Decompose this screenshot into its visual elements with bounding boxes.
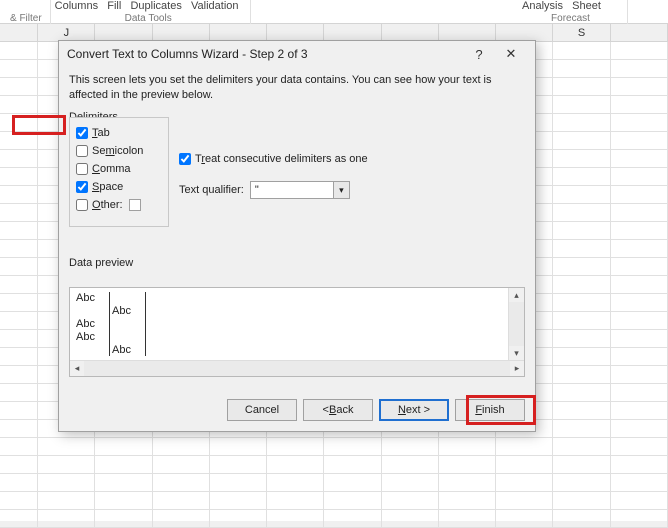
dialog-buttons: Cancel < Back Next > Finish — [59, 399, 535, 421]
check-space[interactable]: Space — [76, 178, 162, 196]
ribbon-btn-columns[interactable]: Columns — [55, 0, 98, 12]
preview-vertical-scrollbar[interactable]: ▴ ▾ — [508, 288, 524, 360]
preview-row: Abc — [74, 344, 504, 356]
scroll-left-icon[interactable]: ◂ — [70, 361, 84, 376]
check-tab[interactable]: Tab — [76, 124, 162, 142]
ribbon-btn-analysis[interactable]: Analysis — [522, 0, 563, 12]
check-semicolon-input[interactable] — [76, 145, 88, 157]
check-comma[interactable]: Comma — [76, 160, 162, 178]
text-qualifier-select[interactable]: " ▾ — [250, 181, 350, 199]
preview-row: Abc — [74, 305, 504, 318]
back-button[interactable]: < Back — [303, 399, 373, 421]
scroll-right-icon[interactable]: ▸ — [510, 361, 524, 376]
text-qualifier-label: Text qualifier: — [179, 184, 244, 196]
scroll-track[interactable] — [84, 361, 510, 376]
preview-row: Abc — [74, 318, 504, 331]
preview-row: Abc — [74, 331, 504, 344]
ribbon-btn-duplicates[interactable]: Duplicates — [130, 0, 181, 12]
preview-horizontal-scrollbar[interactable]: ◂ ▸ — [70, 360, 524, 376]
col-header-S[interactable]: S — [553, 24, 610, 42]
close-button[interactable]: ✕ — [495, 43, 527, 65]
ribbon-items: Columns Fill Duplicates Validation — [55, 1, 242, 13]
ribbon-items-forecast: Analysis Sheet — [522, 1, 619, 13]
dialog-title: Convert Text to Columns Wizard - Step 2 … — [67, 47, 463, 61]
help-button[interactable]: ? — [463, 43, 495, 65]
check-treat-consecutive[interactable]: Treat consecutive delimiters as one — [179, 149, 368, 169]
check-other-input[interactable] — [76, 199, 88, 211]
check-space-input[interactable] — [76, 181, 88, 193]
ribbon-label-filter: & Filter — [10, 13, 42, 24]
check-semicolon[interactable]: Semicolon — [76, 142, 162, 160]
ribbon-group-filter: & Filter — [6, 0, 51, 24]
ribbon-label-forecast: Forecast — [522, 13, 619, 24]
check-tab-input[interactable] — [76, 127, 88, 139]
scroll-up-icon[interactable]: ▴ — [509, 288, 524, 302]
finish-button[interactable]: Finish — [455, 399, 525, 421]
check-comma-input[interactable] — [76, 163, 88, 175]
other-delimiter-input[interactable] — [129, 199, 141, 211]
data-preview-label: Data preview — [69, 257, 133, 269]
check-other[interactable]: Other: — [76, 196, 162, 214]
wizard-dialog: Convert Text to Columns Wizard - Step 2 … — [58, 40, 536, 432]
col-header-T[interactable] — [611, 24, 668, 42]
check-treat-input[interactable] — [179, 153, 191, 165]
data-preview-content: Abc Abc Abc Abc Abc — [74, 292, 504, 356]
chevron-down-icon[interactable]: ▾ — [333, 182, 349, 198]
dialog-description: This screen lets you set the delimiters … — [69, 73, 525, 103]
scroll-track[interactable] — [509, 302, 524, 346]
scroll-down-icon[interactable]: ▾ — [509, 346, 524, 360]
cancel-button[interactable]: Cancel — [227, 399, 297, 421]
ribbon-btn-validation[interactable]: Validation — [191, 0, 239, 12]
delimiters-group: Tab Semicolon Comma Space Other: — [69, 117, 169, 227]
titlebar[interactable]: Convert Text to Columns Wizard - Step 2 … — [59, 41, 535, 67]
ribbon: & Filter Columns Fill Duplicates Validat… — [0, 0, 668, 24]
ribbon-group-data-tools: Columns Fill Duplicates Validation Data … — [51, 0, 251, 24]
ribbon-btn-fill[interactable]: Fill — [107, 0, 121, 12]
next-button[interactable]: Next > — [379, 399, 449, 421]
col-header-gutter[interactable] — [0, 24, 38, 42]
data-preview-box: Abc Abc Abc Abc Abc ▴ ▾ ◂ ▸ — [69, 287, 525, 377]
preview-row: Abc — [74, 292, 504, 305]
ribbon-label-data-tools: Data Tools — [55, 13, 242, 24]
text-qualifier-value: " — [251, 184, 333, 196]
ribbon-btn-sheet[interactable]: Sheet — [572, 0, 601, 12]
ribbon-group-forecast: Analysis Sheet Forecast — [518, 0, 628, 24]
